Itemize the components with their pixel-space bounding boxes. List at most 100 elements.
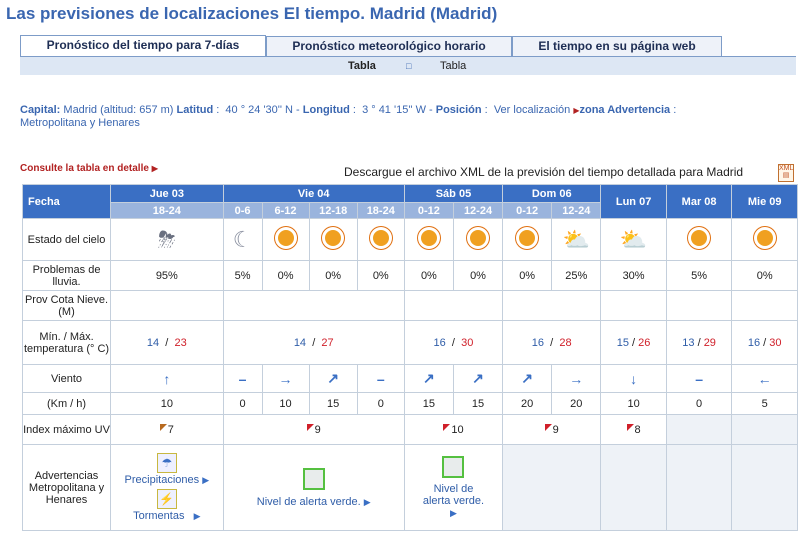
period-header: 12-24 [452,202,504,219]
wind-speed: 0 [665,392,733,415]
position-label: Posición [435,104,482,116]
thunderstorm-icon: ⛈ [110,218,224,261]
rain-value: 5% [222,260,263,291]
forecast-table: Fecha Jue 03 Vie 04 Sáb 05 Dom 06 Lun 07… [21,184,798,531]
longitude-value: 3 ° 41 '15'' W [362,104,426,116]
wind-calm-icon: – [665,364,733,393]
sun-icon [731,218,798,261]
wind-speed: 15 [403,392,454,415]
tab-hourly-forecast[interactable]: Pronóstico meteorológico horario [266,36,512,56]
period-header: 12-18 [308,202,358,219]
warning-zone-value: Metropolitana y Henares [20,117,140,129]
warning-zone-label[interactable]: zona Advertencia [579,104,670,116]
green-alert-link[interactable]: Nivel de alerta verde. ▶ [224,496,404,508]
rain-value: 30% [600,260,667,291]
rain-value: 0% [356,260,405,291]
uv-value: 9 [502,414,602,445]
wind-calm-icon: – [222,364,263,393]
sun-icon [356,218,405,261]
day-header: Lun 07 [600,184,667,219]
period-header: 0-12 [403,202,454,219]
rain-value: 0% [502,260,553,291]
wind-ne-icon: ↗ [502,364,553,393]
separator-icon: □ [406,61,412,71]
warnings-cell: Nivel de alerta verde. ▶ [222,444,405,531]
sun-cloud-icon: ⛅ [600,218,667,261]
view-switcher: Tabla □ Tabla [20,56,796,75]
xml-download-text[interactable]: Descargue el archivo XML de la previsión… [344,165,743,179]
wind-calm-icon: – [356,364,405,393]
rain-value: 0% [308,260,358,291]
detail-table-link[interactable]: Consulte la tabla en detalle ▶ [20,163,158,174]
xml-file-icon[interactable]: XML ▤ [778,164,794,182]
sun-icon [502,218,553,261]
temperature-label: Mín. / Máx. temperatura (° C) [21,320,112,365]
sun-icon [665,218,733,261]
wind-speed: 15 [308,392,358,415]
sun-icon [261,218,310,261]
table-view-active[interactable]: Tabla [348,60,376,72]
wind-speed: 5 [731,392,798,415]
period-header: 18-24 [356,202,405,219]
longitude-label: Longitud [302,104,350,116]
storm-warning-link[interactable]: Tormentas ▶ [111,509,223,523]
day-header: Vie 04 [222,184,405,203]
precipitation-warning-link[interactable]: Precipitaciones ▶ [111,473,223,487]
uv-label: Index máximo UV [21,414,112,445]
uv-value: 9 [222,414,405,445]
wind-e-icon: → [551,364,602,393]
rain-label: Problemas de lluvia. [21,260,112,291]
rain-value: 25% [551,260,602,291]
day-header: Sáb 05 [403,184,504,203]
view-location-link[interactable]: Ver localización [494,104,570,116]
wind-speed: 10 [600,392,667,415]
tab-bar: Pronóstico del tiempo para 7-días Pronós… [20,35,722,57]
wind-w-icon: ← [731,364,798,393]
day-header: Dom 06 [502,184,602,203]
wind-label: Viento [21,364,112,393]
wind-speed: 0 [356,392,405,415]
temperature-cell: 16 / 28 [502,320,602,365]
capital-label: Capital: [20,104,61,116]
warnings-cell: ☂ Precipitaciones ▶ ⚡ Tormentas ▶ [110,444,224,531]
storm-warning-icon[interactable]: ⚡ [111,488,223,509]
wind-speed: 15 [452,392,504,415]
period-header: 12-24 [551,202,602,219]
page-title: Las previsiones de localizaciones El tie… [6,4,498,23]
rain-value: 0% [452,260,504,291]
uv-value: 8 [600,414,667,445]
temperature-cell: 16 / 30 [731,320,798,365]
snow-label: Prov Cota Nieve. (M) [21,290,112,321]
day-header: Jue 03 [110,184,224,203]
green-alert-icon[interactable] [405,456,502,481]
wind-speed: 0 [222,392,263,415]
temperature-cell: 16 / 30 [403,320,504,365]
warnings-label: Advertencias Metropolitana y Henares [21,444,112,531]
wind-ne-icon: ↗ [308,364,358,393]
wind-n-icon: ↑ [110,364,224,393]
sun-icon [308,218,358,261]
location-info: Capital: Madrid (altitud: 657 m) Latitud… [20,104,677,129]
rain-value: 0% [261,260,310,291]
precipitation-warning-icon[interactable]: ☂ [111,452,223,473]
wind-speed: 20 [502,392,553,415]
latitude-value: 40 ° 24 '30'' N [225,104,293,116]
uv-value: 7 [110,414,224,445]
wind-speed: 10 [261,392,310,415]
green-alert-icon[interactable] [224,467,404,493]
date-header: Fecha [21,184,112,219]
rain-value: 95% [110,260,224,291]
sun-cloud-icon: ⛅ [551,218,602,261]
sun-icon [403,218,454,261]
temperature-cell: 13 / 29 [665,320,733,365]
rain-value: 0% [731,260,798,291]
temperature-cell: 14 / 23 [110,320,224,365]
tab-7-day-forecast[interactable]: Pronóstico del tiempo para 7-días [20,35,266,57]
table-view-link[interactable]: Tabla [440,60,466,72]
green-alert-link[interactable]: Nivel de alerta verde. ▶ [418,483,488,519]
wind-s-icon: ↓ [600,364,667,393]
wind-speed: 20 [551,392,602,415]
tab-weather-website[interactable]: El tiempo en su página web [512,36,722,56]
rain-value: 5% [665,260,733,291]
rain-value: 0% [403,260,454,291]
